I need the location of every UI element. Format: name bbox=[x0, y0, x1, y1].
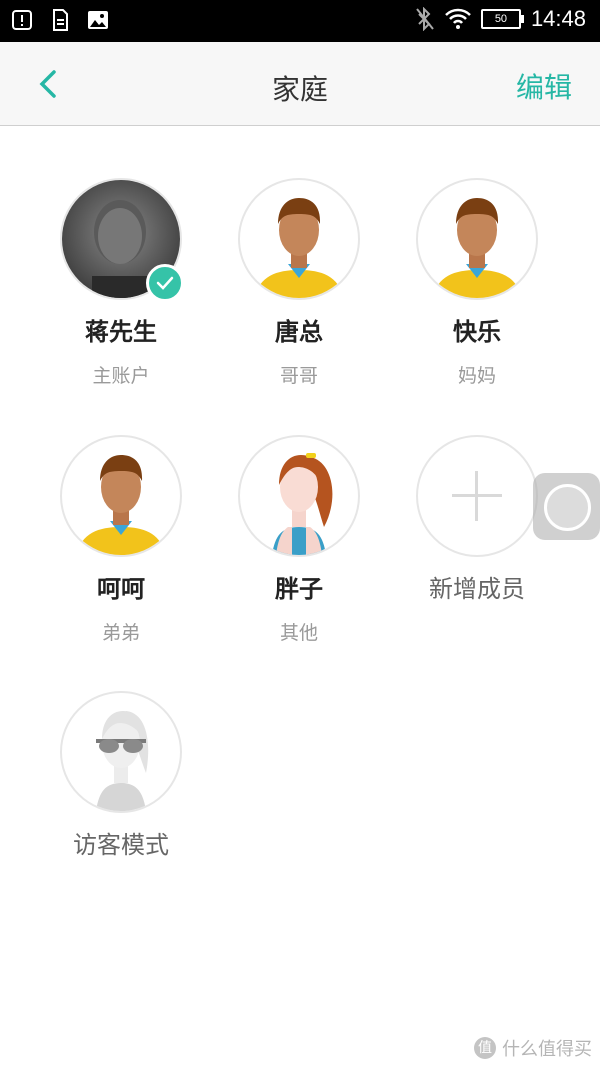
member-role: 其他 bbox=[279, 622, 318, 644]
watermark: 值 什么值得买 bbox=[474, 1035, 592, 1061]
member-card-hehe[interactable]: 呵呵 弟弟 bbox=[32, 435, 210, 645]
status-bar: 50 14:48 bbox=[0, 0, 600, 42]
guest-mode-button[interactable]: 访客模式 bbox=[32, 691, 210, 860]
add-member-label: 新增成员 bbox=[429, 575, 525, 603]
edit-button[interactable]: 编辑 bbox=[516, 66, 572, 106]
female-avatar-icon bbox=[238, 435, 360, 557]
watermark-logo-icon: 值 bbox=[474, 1037, 496, 1059]
member-name: 蒋先生 bbox=[85, 318, 157, 346]
plus-icon bbox=[416, 435, 538, 557]
member-name: 胖子 bbox=[275, 575, 323, 603]
clock: 14:48 bbox=[530, 6, 586, 31]
member-name: 呵呵 bbox=[97, 575, 145, 603]
header: 家庭 编辑 bbox=[0, 42, 600, 126]
page-title: 家庭 bbox=[271, 73, 328, 106]
male-avatar-icon bbox=[60, 435, 182, 557]
member-name: 唐总 bbox=[275, 318, 323, 346]
member-name: 快乐 bbox=[453, 318, 501, 346]
member-role: 妈妈 bbox=[457, 365, 496, 387]
image-icon bbox=[88, 11, 108, 29]
circle-icon bbox=[544, 484, 591, 531]
male-avatar-icon bbox=[238, 178, 360, 300]
member-role: 主账户 bbox=[92, 365, 150, 387]
floating-assist-button[interactable] bbox=[533, 473, 600, 540]
selected-check-icon bbox=[146, 264, 184, 302]
battery-icon: 50 bbox=[480, 9, 524, 29]
male-avatar-icon bbox=[416, 178, 538, 300]
bluetooth-off-icon bbox=[416, 7, 434, 31]
member-card-jiang[interactable]: 蒋先生 主账户 bbox=[32, 178, 210, 388]
member-card-tang[interactable]: 唐总 哥哥 bbox=[210, 178, 388, 388]
guest-mode-label: 访客模式 bbox=[73, 831, 169, 859]
member-card-kuaile[interactable]: 快乐 妈妈 bbox=[388, 178, 566, 388]
member-role: 哥哥 bbox=[279, 365, 318, 387]
wifi-icon bbox=[445, 8, 471, 29]
document-icon bbox=[53, 9, 68, 31]
alert-icon bbox=[12, 10, 32, 30]
member-card-pangzi[interactable]: 胖子 其他 bbox=[210, 435, 388, 645]
member-role: 弟弟 bbox=[101, 622, 140, 644]
guest-avatar-icon bbox=[60, 691, 182, 813]
watermark-text: 什么值得买 bbox=[502, 1039, 592, 1060]
